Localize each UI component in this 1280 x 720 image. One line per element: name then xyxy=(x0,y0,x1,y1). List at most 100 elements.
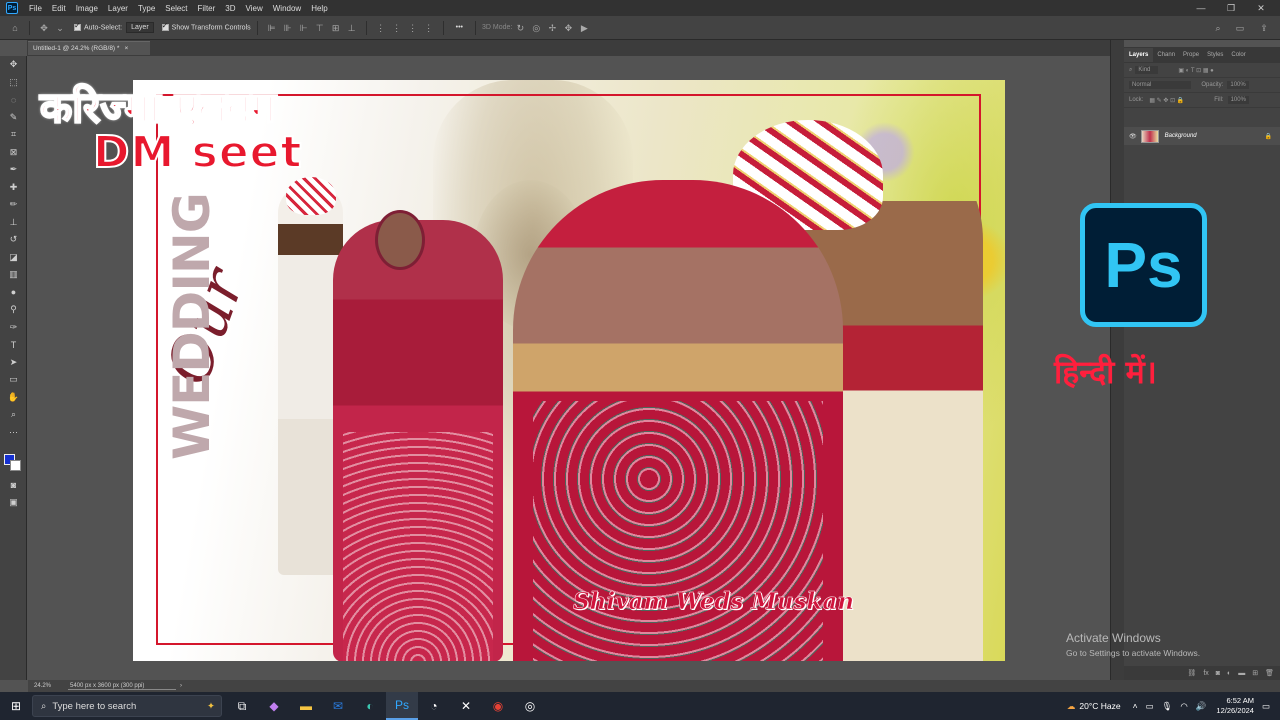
pan-icon[interactable]: ✢ xyxy=(547,23,557,33)
windows-start-icon[interactable]: ⊞ xyxy=(0,692,32,720)
shape-tool-icon[interactable]: ▭ xyxy=(0,371,27,389)
document-tab[interactable]: Untitled-1 @ 24.2% (RGB/8) * × xyxy=(28,41,150,55)
zoom-level[interactable]: 24.2% xyxy=(28,683,68,689)
lock-icons[interactable]: ▦ ✎ ✥ ⊡ 🔒 xyxy=(1149,97,1184,104)
file-explorer-icon[interactable]: ▬ xyxy=(290,692,322,720)
tab-channels[interactable]: Chann xyxy=(1153,52,1179,58)
distribute-icon[interactable]: ⋮ xyxy=(408,23,418,33)
search-icon[interactable]: ⌕ xyxy=(1213,23,1223,33)
menu-file[interactable]: File xyxy=(24,4,47,13)
minimize-button[interactable]: — xyxy=(1190,0,1212,16)
menu-3d[interactable]: 3D xyxy=(220,4,240,13)
workspace-icon[interactable]: ▭ xyxy=(1235,23,1245,33)
menu-select[interactable]: Select xyxy=(160,4,192,13)
filter-icons[interactable]: ▣ ◐ T ⊡ ▦ ● xyxy=(1178,67,1213,74)
menu-layer[interactable]: Layer xyxy=(103,4,133,13)
gradient-tool-icon[interactable]: ▥ xyxy=(0,266,27,284)
align-middle-icon[interactable]: ⊞ xyxy=(331,23,341,33)
quick-select-tool-icon[interactable]: ✎ xyxy=(0,109,27,127)
restore-button[interactable]: ❐ xyxy=(1220,0,1242,16)
lasso-tool-icon[interactable]: ◌ xyxy=(0,91,27,109)
menu-view[interactable]: View xyxy=(241,4,268,13)
eraser-tool-icon[interactable]: ◪ xyxy=(0,249,27,267)
microphone-icon[interactable]: 🎙 xyxy=(1162,701,1173,712)
menu-image[interactable]: Image xyxy=(71,4,103,13)
weather-icon[interactable]: ☁ xyxy=(1067,701,1076,712)
align-top-icon[interactable]: ⊤ xyxy=(315,23,325,33)
network-icon[interactable]: ▭ xyxy=(1146,701,1154,712)
move-tool-icon[interactable]: ✥ xyxy=(39,23,49,33)
eyedropper-tool-icon[interactable]: ✒ xyxy=(0,161,27,179)
screen-mode-icon[interactable]: ▣ xyxy=(0,494,27,512)
layer-background[interactable]: 👁 Background 🔒 xyxy=(1124,127,1280,145)
close-window-button[interactable]: ✕ xyxy=(1250,0,1272,16)
taskbar-search[interactable]: ⌕ Type here to search ✦ xyxy=(32,695,222,717)
align-center-icon[interactable]: ⊪ xyxy=(283,23,293,33)
blend-mode-dropdown[interactable]: Normal xyxy=(1129,81,1192,89)
chrome-icon[interactable]: ◉ xyxy=(482,692,514,720)
zoom-tool-icon[interactable]: ⌕ xyxy=(0,406,27,424)
hand-tool-icon[interactable]: ✋ xyxy=(0,389,27,407)
mask-icon[interactable]: ◙ xyxy=(1216,670,1220,677)
clone-stamp-tool-icon[interactable]: ⊥ xyxy=(0,214,27,232)
tab-styles[interactable]: Styles xyxy=(1203,52,1227,58)
capture-app-icon[interactable]: ◔ xyxy=(418,692,450,720)
link-icon[interactable]: ⛓ xyxy=(1187,669,1196,677)
slide-icon[interactable]: ✥ xyxy=(563,23,573,33)
clock[interactable]: 6:52 AM 12/26/2024 xyxy=(1216,696,1254,716)
marquee-tool-icon[interactable]: ⬚ xyxy=(0,74,27,92)
align-left-icon[interactable]: ⊫ xyxy=(267,23,277,33)
blur-tool-icon[interactable]: ● xyxy=(0,284,27,302)
document-dimensions[interactable]: 5400 px x 3600 px (300 ppi) xyxy=(68,683,176,690)
brush-tool-icon[interactable]: ✏ xyxy=(0,196,27,214)
kind-filter-dropdown[interactable]: Kind xyxy=(1135,66,1159,74)
menu-filter[interactable]: Filter xyxy=(193,4,221,13)
dodge-tool-icon[interactable]: ⚲ xyxy=(0,301,27,319)
chevron-up-icon[interactable]: ˄ xyxy=(1133,701,1138,711)
orbit-icon[interactable]: ↻ xyxy=(515,23,525,33)
photoshop-taskbar-icon[interactable]: Ps xyxy=(386,692,418,720)
menu-window[interactable]: Window xyxy=(268,4,306,13)
transform-controls-checkbox[interactable]: Show Transform Controls xyxy=(161,21,251,31)
trash-icon[interactable]: 🗑 xyxy=(1265,669,1274,677)
weather-text[interactable]: 20°C Haze xyxy=(1079,701,1120,711)
fill-field[interactable]: 100% xyxy=(1227,96,1249,104)
frame-tool-icon[interactable]: ⊠ xyxy=(0,144,27,162)
auto-select-checkbox[interactable]: Auto-Select: xyxy=(74,21,122,31)
copilot-icon[interactable]: ◆ xyxy=(258,692,290,720)
video-icon[interactable]: ▶ xyxy=(579,23,589,33)
notification-icon[interactable]: ▭ xyxy=(1262,701,1270,712)
more-tools-icon[interactable]: ⋯ xyxy=(0,424,27,442)
folder-icon[interactable]: ▬ xyxy=(1238,670,1245,677)
quick-mask-icon[interactable]: ◙ xyxy=(0,476,27,494)
share-icon[interactable]: ⇪ xyxy=(1259,23,1269,33)
menu-type[interactable]: Type xyxy=(133,4,160,13)
tab-layers[interactable]: Layers xyxy=(1124,48,1154,62)
tab-properties[interactable]: Prope xyxy=(1179,52,1203,58)
path-select-tool-icon[interactable]: ➤ xyxy=(0,354,27,372)
task-view-icon[interactable]: ⧉ xyxy=(226,692,258,720)
background-color-swatch[interactable] xyxy=(10,460,21,471)
volume-icon[interactable]: 🔊 xyxy=(1196,701,1207,712)
menu-help[interactable]: Help xyxy=(306,4,332,13)
layer-dropdown[interactable]: Layer xyxy=(126,22,154,33)
capcut-icon[interactable]: ✕ xyxy=(450,692,482,720)
wifi-icon[interactable]: ◠ xyxy=(1180,701,1187,712)
adjustment-icon[interactable]: ◐ xyxy=(1227,670,1231,677)
close-icon[interactable]: × xyxy=(124,45,128,52)
app-icon[interactable]: ◎ xyxy=(514,692,546,720)
chevron-down-icon[interactable]: ⌄ xyxy=(55,23,65,33)
menu-edit[interactable]: Edit xyxy=(47,4,71,13)
more-options-button[interactable]: ••• xyxy=(456,24,463,31)
opacity-field[interactable]: 100% xyxy=(1227,81,1249,89)
type-tool-icon[interactable]: T xyxy=(0,336,27,354)
chevron-right-icon[interactable]: › xyxy=(180,683,182,689)
pen-tool-icon[interactable]: ✑ xyxy=(0,319,27,337)
history-brush-tool-icon[interactable]: ↺ xyxy=(0,231,27,249)
align-right-icon[interactable]: ⊩ xyxy=(299,23,309,33)
outlook-icon[interactable]: ✉ xyxy=(322,692,354,720)
distribute-icon[interactable]: ⋮ xyxy=(424,23,434,33)
roll-icon[interactable]: ◎ xyxy=(531,23,541,33)
home-icon[interactable]: ⌂ xyxy=(10,23,20,33)
healing-tool-icon[interactable]: ✚ xyxy=(0,179,27,197)
